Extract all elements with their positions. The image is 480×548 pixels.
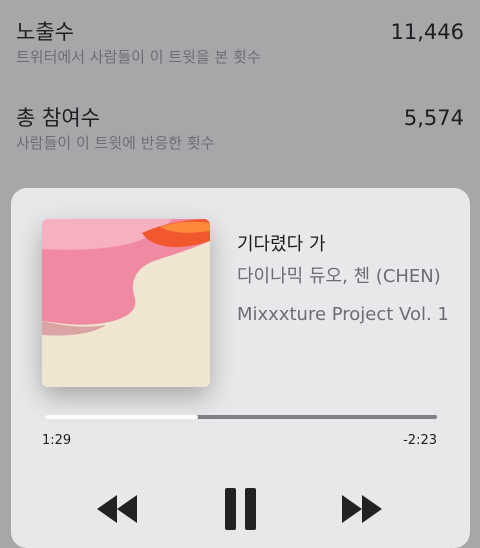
remaining-time: -2:23 <box>403 433 437 448</box>
rewind-icon <box>97 495 137 523</box>
engagements-subtitle: 사람들이 이 트윗에 반응한 횟수 <box>16 134 215 152</box>
elapsed-time: 1:29 <box>42 433 72 448</box>
album-art <box>42 219 210 387</box>
progress-fill <box>45 415 198 419</box>
impressions-row: 노출수 트위터에서 사람들이 이 트윗을 본 횟수 11,446 <box>16 18 464 68</box>
impressions-value: 11,446 <box>390 20 464 44</box>
fast-forward-icon <box>342 495 382 523</box>
artist-name: 다이나믹 듀오, 첸 (CHEN) <box>237 266 441 287</box>
track-info: 기다렸다 가 다이나믹 듀오, 첸 (CHEN) Mixxxture Proje… <box>237 232 457 330</box>
engagements-value: 5,574 <box>403 106 464 130</box>
impressions-subtitle: 트위터에서 사람들이 이 트윗을 본 횟수 <box>16 48 261 66</box>
pause-button[interactable] <box>225 488 256 530</box>
fast-forward-button[interactable] <box>342 495 382 523</box>
rewind-button[interactable] <box>97 495 137 523</box>
engagements-title: 총 참여수 <box>16 106 100 130</box>
album-title: Mixxxture Project Vol. 1 <box>237 304 449 325</box>
pause-icon <box>225 488 256 530</box>
progress-scrubber[interactable] <box>45 415 437 419</box>
now-playing-card: 기다렸다 가 다이나믹 듀오, 첸 (CHEN) Mixxxture Proje… <box>11 188 470 548</box>
engagements-row: 총 참여수 사람들이 이 트윗에 반응한 횟수 5,574 <box>16 104 464 154</box>
song-title: 기다렸다 가 <box>237 234 326 255</box>
